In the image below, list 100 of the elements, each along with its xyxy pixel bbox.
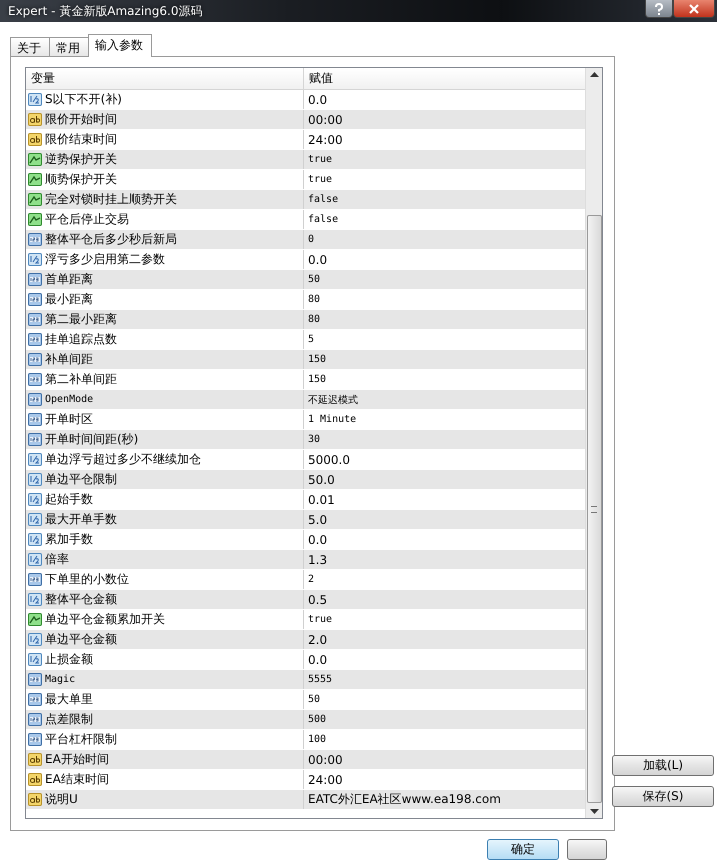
variable-name: 顺势保护开关 — [45, 171, 117, 188]
tab[interactable]: 输入参数 — [88, 34, 152, 57]
table-row[interactable]: 点差限制 500 — [26, 710, 585, 730]
variable-value: 50 — [308, 694, 320, 705]
scrollbar-thumb[interactable] — [586, 215, 602, 803]
variable-value: 5000.0 — [308, 452, 350, 466]
column-header[interactable]: 赋值 — [304, 68, 333, 89]
button[interactable] — [567, 839, 607, 860]
table-row[interactable]: EA开始时间 00:00 — [26, 750, 585, 770]
variable-value: 00:00 — [308, 112, 343, 126]
variable-name: 第二补单间距 — [45, 371, 117, 388]
variable-value: 30 — [308, 434, 320, 445]
scrollbar[interactable] — [585, 68, 602, 818]
number-icon — [28, 233, 42, 246]
variable-name: 单边平仓金额累加开关 — [45, 611, 165, 628]
table-row[interactable]: 限价开始时间 00:00 — [26, 110, 585, 130]
number-icon — [28, 293, 42, 306]
fraction-icon — [28, 93, 42, 106]
variable-value: 0.01 — [308, 492, 335, 506]
variable-value: 50.0 — [308, 472, 335, 486]
variable-name: 下单里的小数位 — [45, 571, 129, 588]
number-icon — [28, 693, 42, 706]
variable-value: 24:00 — [308, 772, 343, 786]
variable-name: 最小距离 — [45, 291, 93, 308]
scroll-up-icon[interactable] — [590, 72, 598, 77]
variable-name: 限价结束时间 — [45, 131, 117, 148]
tab[interactable]: 关于 — [10, 37, 50, 56]
variable-value: 1 Minute — [308, 414, 356, 425]
variable-name: 单边浮亏超过多少不继续加仓 — [45, 451, 201, 468]
variable-name: 说明U — [45, 791, 78, 808]
variable-name: 累加手数 — [45, 531, 93, 548]
table-row[interactable]: 整体平仓后多少秒后新局 0 — [26, 230, 585, 250]
variable-name: 单边平仓限制 — [45, 471, 117, 488]
number-icon — [28, 713, 42, 726]
variable-name: 挂单追踪点数 — [45, 331, 117, 348]
table-row[interactable]: 逆势保护开关 true — [26, 150, 585, 170]
variable-name: 完全对锁时挂上顺势开关 — [45, 191, 177, 208]
variable-value: 2 — [308, 574, 314, 585]
number-icon — [28, 433, 42, 446]
text-type-icon — [28, 793, 42, 806]
variable-value: 500 — [308, 714, 326, 725]
column-header[interactable]: 变量 — [26, 68, 304, 89]
table-row[interactable]: 开单时间间距(秒) 30 — [26, 430, 585, 450]
table-row[interactable]: OpenMode 不延迟模式 — [26, 390, 585, 410]
table-row[interactable]: 首单距离 50 — [26, 270, 585, 290]
fraction-icon — [28, 253, 42, 266]
fraction-icon — [28, 633, 42, 646]
number-icon — [28, 353, 42, 366]
variable-value: true — [308, 154, 332, 165]
table-row[interactable]: Magic 5555 — [26, 670, 585, 690]
line-chart-icon — [28, 193, 42, 206]
table-row[interactable]: 单边平仓限制 50.0 — [26, 470, 585, 490]
variable-value: true — [308, 614, 332, 625]
number-icon — [28, 373, 42, 386]
variable-value: 150 — [308, 374, 326, 385]
table-row[interactable]: 说明U EATC外汇EA社区www.ea198.com — [26, 790, 585, 810]
variable-name: 整体平仓后多少秒后新局 — [45, 231, 177, 248]
fraction-icon — [28, 453, 42, 466]
variable-name: 限价开始时间 — [45, 111, 117, 128]
close-button[interactable] — [673, 0, 715, 18]
fraction-icon — [28, 493, 42, 506]
variable-value: 0.0 — [308, 92, 328, 106]
variable-name: 平仓后停止交易 — [45, 211, 129, 228]
side-button[interactable]: 加载(L) — [612, 755, 714, 776]
table-row[interactable]: 整体平仓金额 0.5 — [26, 590, 585, 610]
variable-name: 首单距离 — [45, 271, 93, 288]
scroll-down-icon[interactable] — [590, 809, 598, 814]
fraction-icon — [28, 533, 42, 546]
variable-name: 止损金额 — [45, 651, 93, 668]
table-row[interactable]: 倍率 1.3 — [26, 550, 585, 570]
variable-name: 最大单里 — [45, 691, 93, 708]
variable-value: EATC外汇EA社区www.ea198.com — [308, 791, 501, 808]
tab[interactable]: 常用 — [49, 37, 89, 56]
table-row[interactable]: 第二最小距离 80 — [26, 310, 585, 330]
number-icon — [28, 313, 42, 326]
number-icon — [28, 413, 42, 426]
ok-button[interactable]: 确定 — [487, 839, 559, 860]
table-row[interactable]: 最大开单手数 5.0 — [26, 510, 585, 530]
variable-name: 第二最小距离 — [45, 311, 117, 328]
variable-name: EA结束时间 — [45, 771, 109, 788]
variable-name: 整体平仓金额 — [45, 591, 117, 608]
variable-value: 0 — [308, 234, 314, 245]
table-row[interactable]: 完全对锁时挂上顺势开关 false — [26, 190, 585, 210]
close-icon — [689, 4, 699, 14]
variable-value: 1.3 — [308, 552, 328, 566]
side-button[interactable]: 保存(S) — [612, 786, 714, 807]
fraction-icon — [28, 473, 42, 486]
fraction-icon — [28, 653, 42, 666]
table-row[interactable]: 单边平仓金额 2.0 — [26, 630, 585, 650]
variable-value: 不延迟模式 — [308, 394, 358, 406]
variable-name: 平台杠杆限制 — [45, 731, 117, 748]
help-button[interactable] — [645, 0, 673, 18]
variable-value: 0.0 — [308, 652, 328, 666]
number-icon — [28, 673, 42, 686]
variable-value: 00:00 — [308, 752, 343, 766]
table-row[interactable]: 补单间距 150 — [26, 350, 585, 370]
text-type-icon — [28, 133, 42, 146]
variable-name: 最大开单手数 — [45, 511, 117, 528]
variable-value: 5 — [308, 334, 314, 345]
variable-value: 150 — [308, 354, 326, 365]
